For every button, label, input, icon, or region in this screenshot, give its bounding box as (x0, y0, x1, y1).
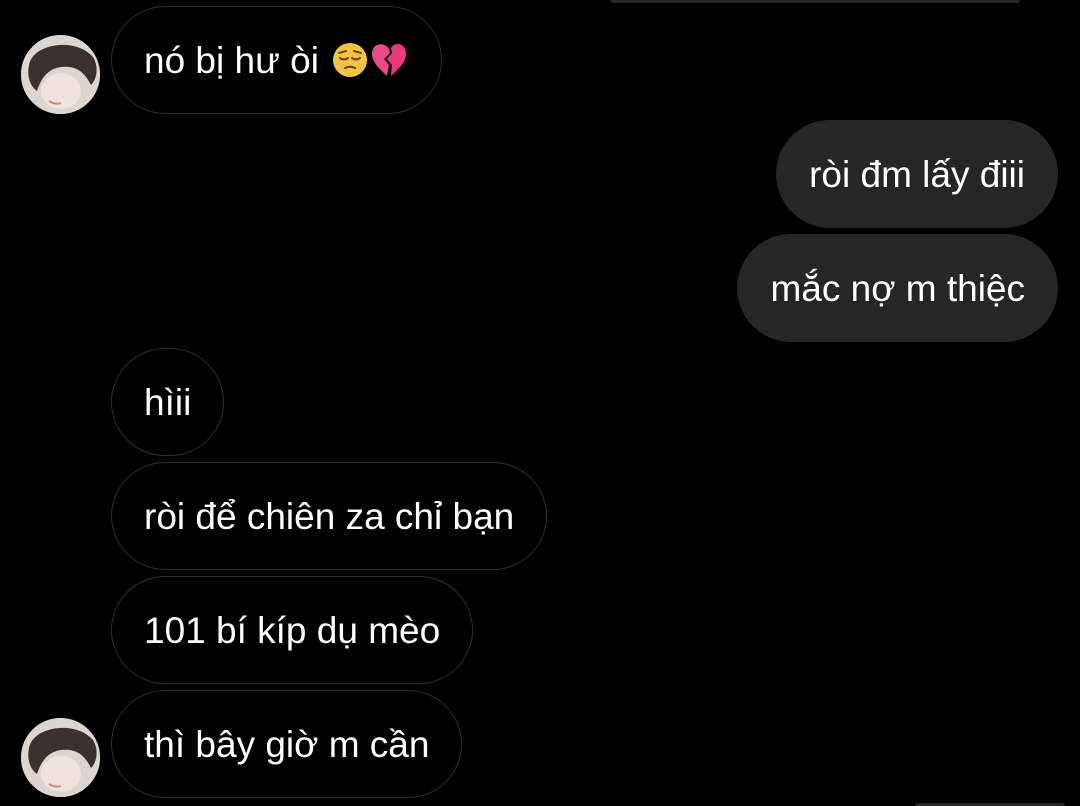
message-text: ròi đm lấy điii (809, 153, 1025, 195)
incoming-message[interactable]: thì bây giờ m cần (111, 690, 463, 798)
outgoing-message[interactable]: ròi đm lấy điii (776, 120, 1058, 228)
message-text: thì bây giờ m cần (144, 723, 430, 765)
incoming-message[interactable]: 101 bí kíp dụ mèo (111, 576, 474, 684)
contact-avatar[interactable] (21, 35, 100, 114)
incoming-message[interactable]: hìii (111, 348, 225, 456)
pensive-face-icon (331, 41, 369, 79)
previous-message-bubble-edge (610, 0, 1020, 3)
avatar-photo-icon (21, 718, 100, 797)
outgoing-message[interactable]: mắc nợ m thiệc (737, 234, 1058, 342)
message-text: nó bị hư òi (144, 39, 319, 81)
contact-avatar[interactable] (21, 718, 100, 797)
broken-heart-icon (369, 41, 409, 79)
message-text: hìii (144, 381, 192, 423)
message-text: mắc nợ m thiệc (770, 267, 1025, 309)
message-text: ròi để chiên za chỉ bạn (144, 495, 515, 537)
message-text: 101 bí kíp dụ mèo (144, 609, 441, 651)
incoming-message[interactable]: ròi để chiên za chỉ bạn (111, 462, 548, 570)
incoming-message[interactable]: nó bị hư òi (111, 6, 442, 114)
avatar-photo-icon (21, 35, 100, 114)
